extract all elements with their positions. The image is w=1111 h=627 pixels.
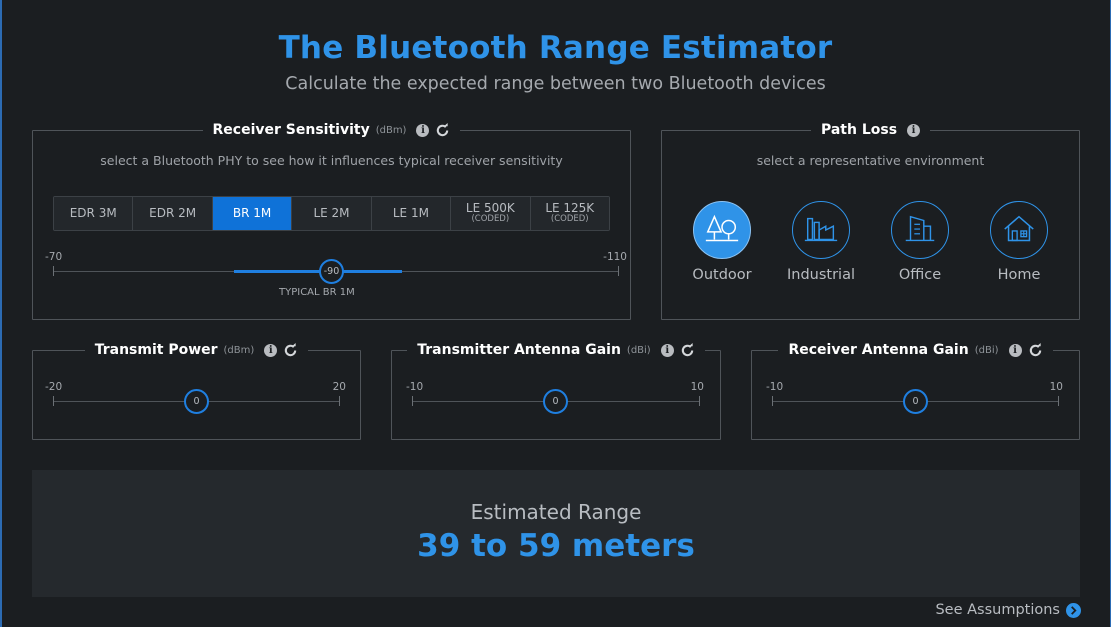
reset-icon[interactable] — [1028, 342, 1043, 358]
slider-tick — [412, 396, 413, 406]
environment-list: Outdoor Industrial Office Home — [662, 201, 1079, 283]
environment-label: Industrial — [787, 267, 856, 283]
path-loss-panel: Path Loss i select a representative envi… — [661, 120, 1080, 320]
panel-legend: Receiver Sensitivity (dBm) i — [33, 120, 630, 140]
panel-hint: select a Bluetooth PHY to see how it inf… — [100, 153, 563, 168]
info-icon[interactable]: i — [416, 123, 430, 137]
slider-min-label: -10 — [406, 381, 424, 393]
panel-title: Receiver Antenna Gain — [788, 342, 969, 358]
info-icon[interactable]: i — [660, 343, 674, 357]
environment-outdoor[interactable]: Outdoor — [692, 201, 752, 283]
phy-selector: EDR 3M EDR 2M BR 1M LE 2M LE 1M LE 500K(… — [53, 196, 610, 231]
environment-icon-circle — [792, 201, 850, 259]
slider-caption: TYPICAL BR 1M — [279, 287, 355, 298]
slider-thumb[interactable]: 0 — [903, 389, 928, 414]
panel-legend: Receiver Antenna Gain (dBi) i — [752, 340, 1079, 360]
slider-min-label: -10 — [766, 381, 784, 393]
transmit-power-panel: Transmit Power (dBm) i -20 20 0 — [32, 340, 361, 440]
environment-home[interactable]: Home — [990, 201, 1048, 283]
receiver-antenna-gain-panel: Receiver Antenna Gain (dBi) i -10 10 0 — [751, 340, 1080, 440]
reset-icon[interactable] — [283, 342, 298, 358]
slider-max-label: 10 — [690, 381, 704, 393]
phy-label: EDR 2M — [149, 205, 197, 220]
unit-label: (dBi) — [974, 344, 999, 356]
slider-thumb[interactable]: 0 — [543, 389, 568, 414]
unit-label: (dBm) — [375, 124, 407, 136]
slider-tick — [1058, 396, 1059, 406]
chevron-right-icon — [1066, 602, 1081, 618]
phy-sublabel: (CODED) — [550, 214, 589, 225]
unit-label: (dBi) — [626, 344, 651, 356]
transmitter-antenna-gain-slider[interactable]: -10 10 0 — [406, 381, 704, 421]
panel-legend: Path Loss i — [662, 120, 1079, 140]
receiver-antenna-gain-slider[interactable]: -10 10 0 — [766, 381, 1063, 421]
factory-icon — [804, 217, 838, 242]
slider-thumb[interactable]: 0 — [184, 389, 209, 414]
phy-button-br-1m[interactable]: BR 1M — [212, 197, 293, 230]
slider-min-label: -20 — [45, 381, 63, 393]
phy-button-edr-3m[interactable]: EDR 3M — [54, 197, 134, 230]
panel-title: Receiver Sensitivity — [212, 122, 370, 138]
environment-label: Home — [997, 267, 1041, 283]
environment-label: Office — [898, 267, 942, 283]
reset-icon[interactable] — [435, 122, 450, 138]
page-title: The Bluetooth Range Estimator — [278, 30, 833, 66]
slider-thumb[interactable]: -90 — [319, 259, 344, 284]
slider-max-label: -110 — [603, 251, 627, 263]
typical-range-fill — [234, 270, 402, 273]
slider-tick — [699, 396, 700, 406]
result-label: Estimated Range — [470, 500, 642, 524]
office-building-icon — [905, 215, 935, 242]
environment-icon-circle — [891, 201, 949, 259]
slider-max-label: 20 — [332, 381, 346, 393]
slider-min-label: -70 — [45, 251, 63, 263]
house-icon — [1004, 215, 1034, 242]
phy-label: EDR 3M — [69, 205, 117, 220]
result-value: 39 to 59 meters — [417, 528, 695, 564]
panel-legend: Transmit Power (dBm) i — [33, 340, 360, 360]
info-icon[interactable]: i — [264, 343, 278, 357]
slider-tick — [618, 266, 619, 276]
transmitter-antenna-gain-panel: Transmitter Antenna Gain (dBi) i -10 10 … — [391, 340, 721, 440]
environment-industrial[interactable]: Industrial — [787, 201, 855, 283]
slider-tick — [772, 396, 773, 406]
transmit-power-slider[interactable]: -20 20 0 — [45, 381, 346, 421]
page-subtitle: Calculate the expected range between two… — [285, 74, 826, 94]
environment-label: Outdoor — [692, 267, 752, 283]
info-icon[interactable]: i — [1008, 343, 1022, 357]
environment-icon-circle — [693, 201, 751, 259]
phy-button-le-125k[interactable]: LE 125K (CODED) — [530, 197, 609, 230]
reset-icon[interactable] — [680, 342, 695, 358]
see-assumptions-link[interactable]: See Assumptions — [935, 602, 1081, 618]
phy-button-edr-2m[interactable]: EDR 2M — [133, 197, 213, 230]
slider-tick — [53, 266, 54, 276]
unit-label: (dBm) — [223, 344, 255, 356]
receiver-sensitivity-panel: Receiver Sensitivity (dBm) i select a Bl… — [32, 120, 631, 320]
trees-icon — [705, 214, 739, 242]
phy-label: LE 2M — [313, 205, 350, 220]
phy-button-le-2m[interactable]: LE 2M — [292, 197, 372, 230]
panel-hint: select a representative environment — [756, 153, 985, 168]
phy-button-le-1m[interactable]: LE 1M — [371, 197, 452, 230]
phy-sublabel: (CODED) — [471, 214, 510, 225]
estimated-range-panel: Estimated Range 39 to 59 meters — [32, 470, 1080, 597]
phy-label: BR 1M — [232, 205, 272, 220]
environment-office[interactable]: Office — [891, 201, 949, 283]
panel-title: Transmitter Antenna Gain — [417, 342, 621, 358]
phy-button-le-500k[interactable]: LE 500K (CODED) — [451, 197, 531, 230]
panel-legend: Transmitter Antenna Gain (dBi) i — [392, 340, 720, 360]
environment-icon-circle — [990, 201, 1048, 259]
info-icon[interactable]: i — [907, 123, 921, 137]
panel-title: Path Loss — [820, 122, 898, 138]
slider-tick — [53, 396, 54, 406]
panel-title: Transmit Power — [94, 342, 218, 358]
see-assumptions-label: See Assumptions — [935, 602, 1060, 618]
receiver-sensitivity-slider[interactable]: -70 -110 -90 TYPICAL BR 1M — [45, 251, 627, 298]
slider-tick — [339, 396, 340, 406]
phy-label: LE 1M — [392, 205, 429, 220]
slider-max-label: 10 — [1049, 381, 1063, 393]
